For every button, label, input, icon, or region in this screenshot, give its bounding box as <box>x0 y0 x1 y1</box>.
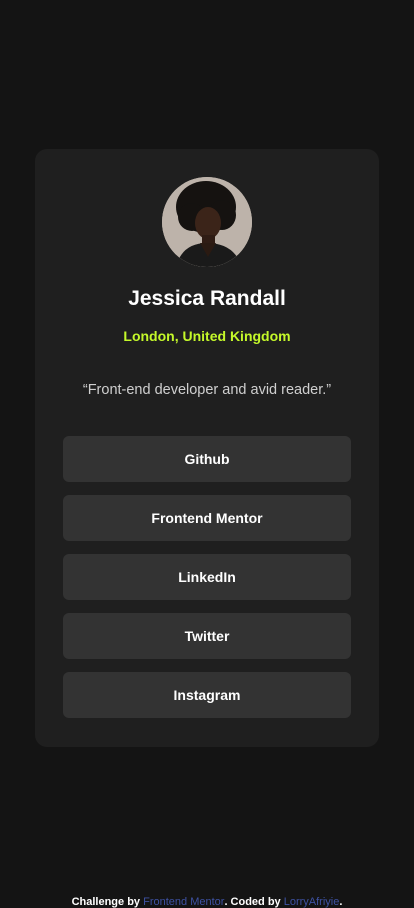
author-footer-link[interactable]: LorryAfriyie <box>284 896 340 908</box>
social-links-list: Github Frontend Mentor LinkedIn Twitter … <box>63 436 351 731</box>
footer-period: . <box>339 896 343 908</box>
page: Jessica Randall London, United Kingdom “… <box>0 0 414 908</box>
avatar <box>162 177 252 267</box>
profile-card: Jessica Randall London, United Kingdom “… <box>35 149 379 747</box>
attribution-footer: Challenge by Frontend Mentor. Coded by L… <box>0 896 414 908</box>
twitter-link-button[interactable]: Twitter <box>63 613 351 659</box>
profile-bio: “Front-end developer and avid reader.” <box>82 382 332 398</box>
linkedin-link-button[interactable]: LinkedIn <box>63 554 351 600</box>
footer-challenge-text: Challenge by <box>71 896 144 908</box>
instagram-link-button[interactable]: Instagram <box>63 672 351 718</box>
profile-location: London, United Kingdom <box>123 328 291 344</box>
profile-name: Jessica Randall <box>128 287 286 310</box>
github-link-button[interactable]: Github <box>63 436 351 482</box>
frontend-mentor-link-button[interactable]: Frontend Mentor <box>63 495 351 541</box>
frontend-mentor-footer-link[interactable]: Frontend Mentor <box>143 896 224 908</box>
avatar-image <box>162 177 252 267</box>
footer-coded-text: . Coded by <box>224 896 284 908</box>
